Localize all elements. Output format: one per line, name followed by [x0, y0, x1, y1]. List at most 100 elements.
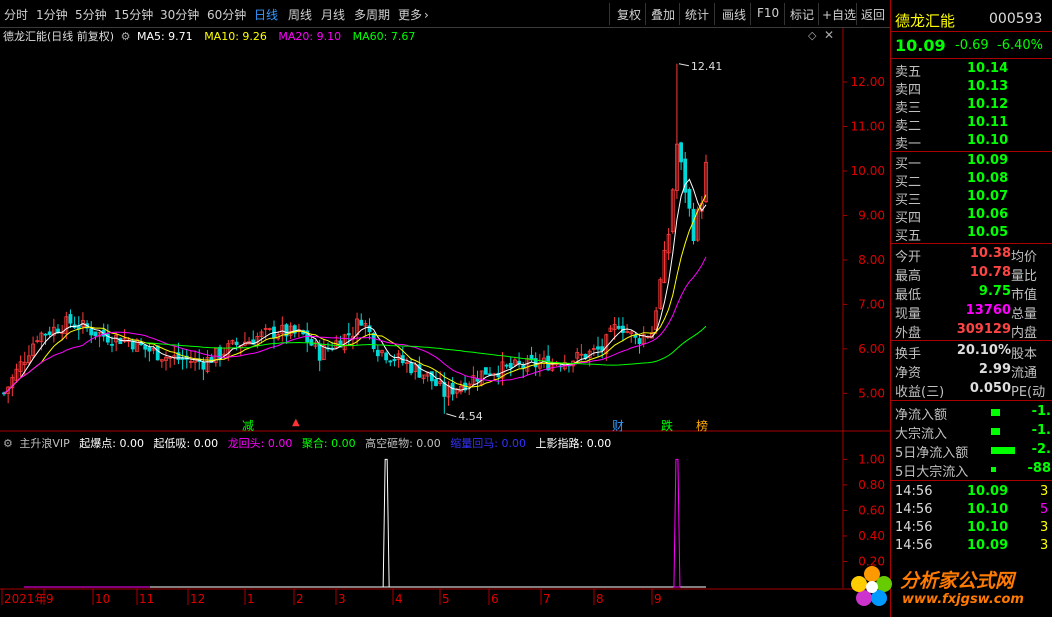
indicator-spike	[382, 458, 390, 588]
ask-row[interactable]: 卖三 10.12	[895, 97, 1051, 116]
fuquan-button[interactable]: 复权	[617, 6, 641, 23]
period-tab-15min[interactable]: 15分钟	[114, 6, 153, 23]
marker-cai[interactable]: 财	[612, 417, 624, 434]
period-tab-5min[interactable]: 5分钟	[75, 6, 107, 23]
stock-code: 000593	[989, 11, 1043, 27]
candle-body	[691, 208, 696, 242]
candle-body	[504, 364, 509, 367]
x-tick-label: 7	[543, 592, 551, 606]
tick-row: 14:56 10.09 3	[895, 538, 1051, 556]
add-watchlist-button[interactable]: +自选	[822, 6, 856, 23]
flow-row: 5日大宗流入 -88	[895, 461, 1052, 480]
stat-value: 13760	[965, 303, 1011, 318]
bid-label: 买四	[895, 211, 922, 226]
bid-row[interactable]: 买五 10.05	[895, 225, 1051, 244]
ma20-value: MA20: 9.10	[278, 30, 342, 43]
bid-row[interactable]: 买四 10.06	[895, 207, 1051, 226]
stat-value: 10.78	[969, 265, 1011, 280]
stat-row: 最高 10.78 量比	[895, 265, 1051, 284]
ask-row[interactable]: 卖四 10.13	[895, 79, 1051, 98]
tick-price: 10.09	[967, 484, 1009, 499]
chevron-right-icon: ›	[424, 8, 429, 22]
stat-right-label: 内盘	[1011, 326, 1038, 341]
indicator-suolianghuima: 缩量回马: 0.00	[450, 437, 526, 450]
settings-gear-icon[interactable]: ⚙	[121, 30, 131, 43]
ask-row[interactable]: 卖五 10.14	[895, 61, 1051, 80]
bid-row[interactable]: 买一 10.09	[895, 153, 1051, 172]
y-tick-label: 11.00	[851, 119, 885, 133]
ask-label: 卖二	[895, 119, 922, 134]
tick-row: 14:56 10.10 3	[895, 520, 1051, 538]
divider	[891, 340, 1052, 341]
flow-label: 净流入额	[895, 408, 948, 423]
marker-die[interactable]: 跌	[661, 417, 673, 434]
extra-value: 2.99	[978, 362, 1011, 377]
period-tab-daily[interactable]: 日线	[254, 6, 278, 23]
f10-button[interactable]: F10	[757, 6, 779, 20]
stat-label: 今开	[895, 250, 922, 265]
flow-value: -88	[1027, 461, 1052, 476]
stat-label: 最高	[895, 269, 922, 284]
period-tab-60min[interactable]: 60分钟	[207, 6, 246, 23]
close-icon[interactable]: ✕	[824, 28, 834, 42]
candle-body	[309, 339, 314, 346]
stats-button[interactable]: 统计	[685, 6, 709, 23]
extra-right-label: 股本	[1011, 347, 1038, 362]
marker-bang[interactable]: 榜	[696, 417, 708, 434]
x-tick-label: 2021年	[4, 592, 47, 606]
y-tick-label: 10.00	[851, 164, 885, 178]
back-button[interactable]: 返回	[861, 6, 885, 23]
watermark-url: www.fxjgsw.com	[902, 592, 1024, 607]
period-tab-more[interactable]: 更多 ›	[398, 6, 429, 23]
chart-area[interactable]: 12.00 11.00 10.00 9.00 8.00 7.00 6.00 5.00 12.41…	[0, 28, 890, 617]
price-change: -0.69	[955, 38, 989, 53]
overlay-button[interactable]: 叠加	[651, 6, 675, 23]
stat-label: 现量	[895, 307, 922, 322]
bid-row[interactable]: 买二 10.08	[895, 171, 1051, 190]
tick-volume: 5	[1040, 502, 1049, 517]
bid-row[interactable]: 买三 10.07	[895, 189, 1051, 208]
toolbar-divider	[714, 3, 715, 25]
indicator-settings-gear-icon[interactable]: ⚙	[3, 437, 13, 450]
ask-row[interactable]: 卖一 10.10	[895, 133, 1051, 152]
period-tab-weekly[interactable]: 周线	[288, 6, 312, 23]
period-tab-1min[interactable]: 1分钟	[36, 6, 68, 23]
period-tab-fenshi[interactable]: 分时	[4, 6, 28, 23]
draw-button[interactable]: 画线	[722, 6, 746, 23]
ask-row[interactable]: 卖二 10.11	[895, 115, 1051, 134]
candle-body	[118, 337, 123, 345]
tick-time: 14:56	[895, 484, 933, 499]
candle-body	[409, 362, 413, 374]
mark-button[interactable]: 标记	[790, 6, 814, 23]
tick-row: 14:56 10.10 5	[895, 502, 1051, 520]
period-tab-multi[interactable]: 多周期	[354, 6, 390, 23]
candle-body	[434, 379, 438, 386]
indicator-y-tick-label: 0.60	[858, 503, 885, 517]
flow-bar	[991, 409, 1000, 416]
divider	[891, 480, 1052, 481]
kline-chart[interactable]: 12.0011.0010.009.008.007.006.005.0012.41…	[0, 28, 890, 617]
flower-logo-icon	[851, 566, 892, 606]
tick-row: 14:56 10.09 3	[895, 484, 1051, 502]
flow-bar	[991, 428, 1000, 435]
indicator-spike	[673, 458, 681, 588]
toolbar-divider	[856, 3, 857, 25]
flow-value: -2.	[1031, 442, 1051, 457]
ask-price: 10.12	[967, 97, 1009, 112]
stat-value: 10.38	[969, 246, 1011, 261]
diamond-icon[interactable]: ◇	[808, 29, 816, 42]
y-tick-label: 9.00	[858, 208, 885, 222]
indicator-title: 主升浪VIP	[19, 437, 70, 450]
period-tab-30min[interactable]: 30分钟	[160, 6, 199, 23]
x-tick-label: 2	[296, 592, 304, 606]
period-tab-monthly[interactable]: 月线	[321, 6, 345, 23]
indicator-y-tick-label: 1.00	[858, 452, 885, 466]
watermark-logo: 分析家公式网 www.fxjgsw.com	[846, 558, 1048, 614]
x-tick-label: 3	[338, 592, 346, 606]
marker-jian[interactable]: 减	[242, 417, 254, 434]
x-tick-label: 8	[596, 592, 604, 606]
extra-value: 0.050	[969, 381, 1011, 396]
indicator-legend: ⚙ 主升浪VIP 起爆点: 0.00 起低吸: 0.00 龙回头: 0.00 聚…	[3, 435, 611, 451]
tick-price: 10.10	[967, 520, 1009, 535]
ask-price: 10.11	[967, 115, 1009, 130]
